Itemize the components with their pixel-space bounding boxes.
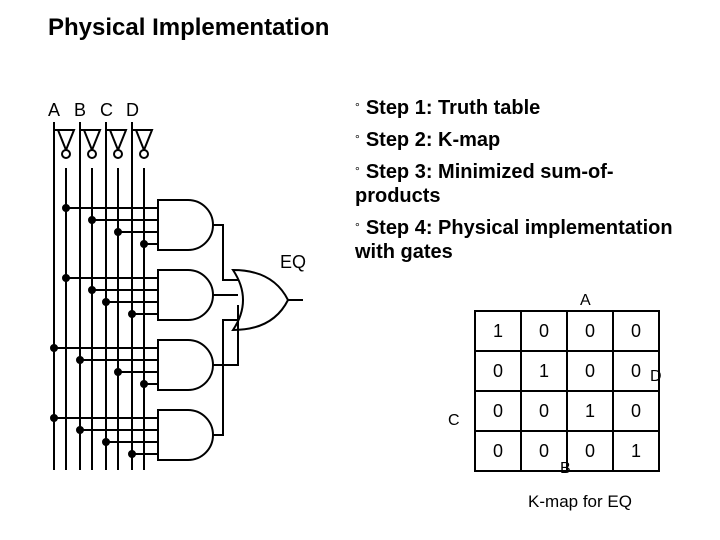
output-label: EQ <box>280 252 306 272</box>
input-B: B <box>74 100 86 120</box>
input-D: D <box>126 100 139 120</box>
kmap-cell: 1 <box>521 351 567 391</box>
kmap-cell: 0 <box>475 351 521 391</box>
step-2: °Step 2: K-map <box>355 128 695 152</box>
kmap-cell: 0 <box>567 311 613 351</box>
bullet-icon: ° <box>355 96 360 114</box>
step-1: °Step 1: Truth table <box>355 96 695 120</box>
steps-list: °Step 1: Truth table °Step 2: K-map °Ste… <box>355 88 695 272</box>
kmap-cell: 1 <box>613 431 659 471</box>
not-gate-icon <box>54 130 152 158</box>
and-gate-icon <box>158 200 213 460</box>
kmap-cell: 0 <box>613 311 659 351</box>
bullet-icon: ° <box>355 128 360 146</box>
kmap-label-A: A <box>580 292 591 310</box>
kmap-cell: 0 <box>475 391 521 431</box>
bullet-icon: ° <box>355 160 360 178</box>
kmap-cell: 0 <box>521 311 567 351</box>
kmap-cell: 0 <box>567 431 613 471</box>
kmap-caption: K-map for EQ <box>470 492 690 512</box>
kmap-label-C: C <box>448 412 460 430</box>
input-C: C <box>100 100 113 120</box>
kmap-cell: 0 <box>521 391 567 431</box>
circuit-diagram: A B C D <box>48 100 308 480</box>
step-3: °Step 3: Minimized sum-of-products <box>355 160 695 208</box>
kmap-label-B: B <box>560 460 571 478</box>
kmap-cell: 0 <box>475 431 521 471</box>
kmap-label-D: D <box>650 368 662 386</box>
or-gate-icon <box>233 270 288 330</box>
kmap: A B C D 1 0 0 0 0 1 0 0 0 0 <box>440 310 690 512</box>
bullet-icon: ° <box>355 216 360 234</box>
kmap-table: 1 0 0 0 0 1 0 0 0 0 1 0 0 <box>474 310 660 472</box>
input-A: A <box>48 100 60 120</box>
kmap-cell: 1 <box>567 391 613 431</box>
kmap-cell: 1 <box>475 311 521 351</box>
kmap-cell: 0 <box>567 351 613 391</box>
page-title: Physical Implementation <box>48 14 329 42</box>
step-4: °Step 4: Physical implementation with ga… <box>355 216 695 264</box>
kmap-cell: 0 <box>613 391 659 431</box>
